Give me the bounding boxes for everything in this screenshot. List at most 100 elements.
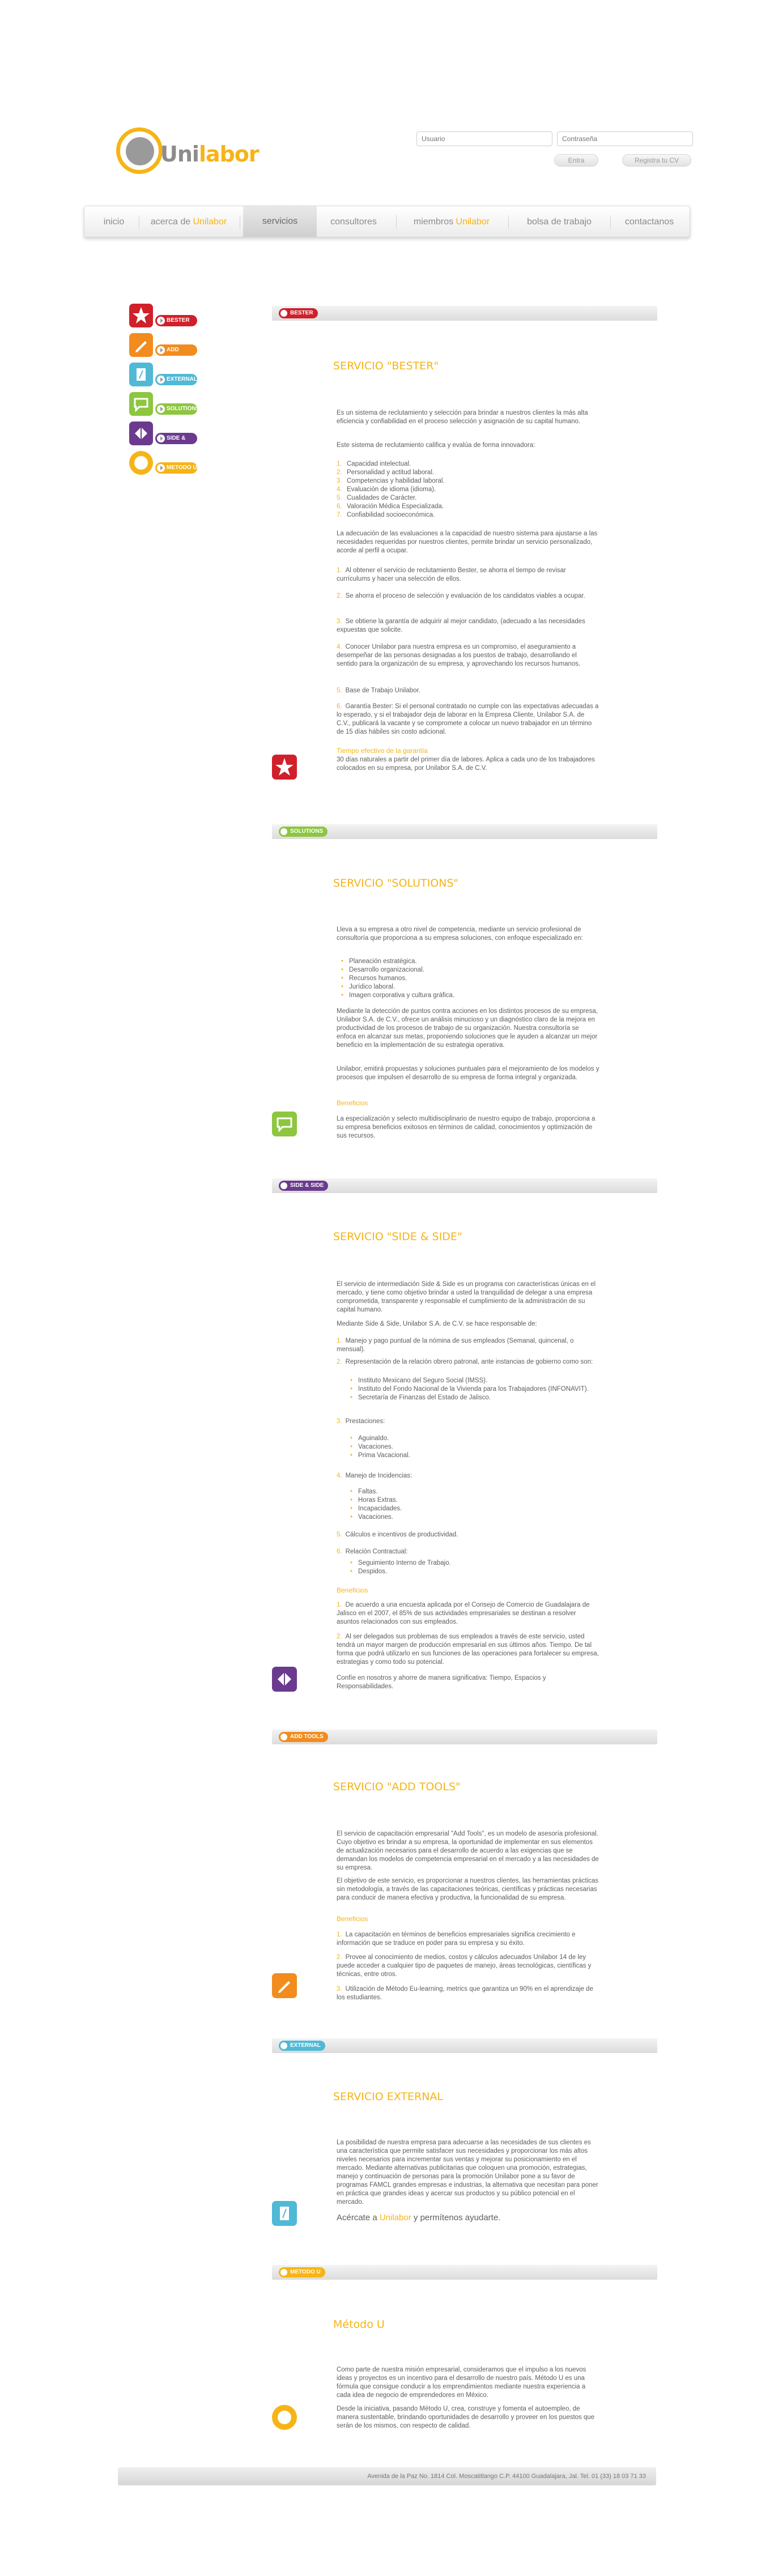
list-item: 5. Cualidades de Carácter.: [337, 495, 417, 501]
list-item: 4. Evaluación de idioma (idioma).: [337, 486, 436, 493]
arrows-icon[interactable]: [129, 421, 153, 445]
username-input[interactable]: [416, 131, 552, 146]
chat-icon[interactable]: [129, 392, 153, 416]
chat-icon: [272, 1112, 297, 1136]
side-closing: Confíe en nosotros y ahorre de manera si…: [337, 1675, 546, 1690]
section-pill-metodou: METODO U: [279, 2267, 325, 2277]
addtools-benefit: 1. La capacitación en términos de benefic…: [337, 1931, 576, 1947]
list-item: Prima Vacacional.: [346, 1451, 595, 1460]
nav-acerca[interactable]: acerca de Unilabor: [143, 213, 234, 231]
side-intro: El servicio de intermediación Side & Sid…: [337, 1281, 596, 1313]
list-item: Jurídico laboral.: [337, 983, 599, 991]
sidebar-item-sideside[interactable]: SIDE & SIDE: [155, 433, 197, 453]
sidebar-item-addtools[interactable]: ADD TOOLS: [155, 344, 197, 364]
solutions-body-1: Mediante la detección de puntos contra a…: [337, 1008, 598, 1049]
side-sublist: Seguimiento Interno de Trabajo. Despidos…: [346, 1559, 595, 1576]
side-item: 2. Representación de la relación obrero p…: [337, 1359, 593, 1365]
addtools-benefit: 3. Utilización de Método Eu-learning, met…: [337, 1986, 593, 2001]
section-title-sideside: SERVICIO "SIDE & SIDE": [333, 1230, 462, 1243]
section-title-bester: SERVICIO "BESTER": [333, 360, 439, 372]
addtools-benefits-head: Beneficios: [337, 1915, 368, 1923]
logo[interactable]: Unilabor: [160, 142, 260, 167]
sidebar-item-external[interactable]: EXTERNAL: [155, 374, 197, 385]
nav-bolsa[interactable]: bolsa de trabajo: [514, 213, 605, 231]
nav-divider: [508, 215, 509, 229]
logo-labor: labor: [198, 142, 260, 167]
nav-divider: [610, 215, 611, 229]
bester-point: 1. Al obtener el servicio de reclutamient…: [337, 567, 566, 582]
list-item: Seguimiento Interno de Trabajo.: [346, 1559, 595, 1568]
star-icon: [272, 755, 297, 780]
logo-uni: Uni: [160, 142, 199, 167]
section-bar-solutions: SOLUTIONS: [272, 824, 657, 839]
nav-inicio[interactable]: inicio: [95, 213, 133, 231]
list-item: 6. Valoración Médica Especializada.: [337, 503, 444, 510]
section-bar-addtools: ADD TOOLS: [272, 1730, 657, 1744]
list-item: Instituto del Fondo Nacional de la Vivie…: [346, 1385, 595, 1394]
bester-body: La adecuación de las evaluaciones a la c…: [337, 530, 598, 554]
nav-divider: [396, 215, 397, 229]
sidebar-item-solutions[interactable]: SOLUTIONS: [155, 403, 199, 415]
section-pill-sideside: SIDE & SIDE: [279, 1181, 329, 1191]
side-item: 1. Manejo y pago puntual de la nómina de …: [337, 1338, 574, 1353]
sidebar-item-metodou[interactable]: METODO U: [155, 462, 197, 474]
list-item: 2. Personalidad y actitud laboral.: [337, 469, 435, 476]
register-cv-button[interactable]: Registra tu CV: [622, 154, 691, 167]
bester-lead: Este sistema de reclutamiento califica y…: [337, 442, 535, 449]
side-benefits-head: Beneficios: [337, 1586, 368, 1594]
nav-contactanos[interactable]: contactanos: [615, 213, 684, 231]
external-intro: La posibilidad de nuestra empresa para a…: [337, 2139, 598, 2205]
bester-point: 2. Se ahorra el proceso de selección y ev…: [337, 593, 585, 599]
star-icon[interactable]: [129, 304, 153, 327]
bester-point: 4. Conocer Unilabor para nuestra empresa …: [337, 644, 581, 667]
nav-label-brand: Unilabor: [193, 217, 227, 227]
section-bar-metodou: METODO U: [272, 2265, 657, 2280]
list-item: 3. Competencias y habilidad laboral.: [337, 478, 445, 484]
bester-intro: Es un sistema de reclutamiento y selecci…: [337, 410, 588, 425]
nav-miembros[interactable]: miembros Unilabor: [402, 213, 501, 231]
section-bar-bester: BESTER: [272, 306, 657, 321]
document-icon: [272, 2201, 297, 2226]
side-benefit: 1. De acuerdo a una encuesta aplicada por…: [337, 1602, 590, 1625]
section-title-external: SERVICIO EXTERNAL: [333, 2090, 443, 2103]
circle-icon: [272, 2405, 297, 2430]
password-input[interactable]: [557, 131, 693, 146]
circle-icon[interactable]: [129, 451, 153, 475]
arrows-icon: [272, 1667, 297, 1692]
pencil-icon[interactable]: [129, 333, 153, 357]
logo-icon: [126, 137, 154, 165]
sidebar-item-bester[interactable]: BESTER: [155, 315, 197, 326]
list-item: Incapacidades.: [346, 1505, 595, 1513]
bester-point: 3. Se obtiene la garantía de adquirir al …: [337, 618, 585, 633]
list-item: Vacaciones.: [346, 1443, 595, 1451]
nav-label: servicios: [262, 216, 298, 226]
list-item: Imagen corporativa y cultura gráfica.: [337, 991, 599, 1000]
nav-label: inicio: [103, 217, 125, 227]
pencil-icon: [272, 1973, 297, 1998]
nav-servicios[interactable]: servicios: [243, 206, 317, 237]
section-bar-external: EXTERNAL: [272, 2038, 657, 2053]
bester-list: 1. Capacidad intelectual. 2. Personalidad …: [337, 460, 599, 520]
enter-button[interactable]: Entra: [554, 154, 598, 167]
solutions-benefits-head: Beneficios: [337, 1099, 368, 1107]
bester-guarantee-text: 30 días naturales a partir del primer dí…: [337, 756, 595, 772]
side-sublist: Instituto Mexicano del Seguro Social (IM…: [346, 1377, 595, 1402]
bester-point: 5. Base de Trabajo Unilabor.: [337, 687, 420, 694]
list-item: Faltas.: [346, 1488, 595, 1496]
side-lead: Mediante Side & Side, Unilabor S.A. de C…: [337, 1321, 537, 1327]
side-item: 5. Cálculos e incentivos de productividad…: [337, 1531, 458, 1538]
list-item: Instituto Mexicano del Seguro Social (IM…: [346, 1377, 595, 1385]
nav-label: contactanos: [624, 217, 674, 227]
footer-address: Avenida de la Paz No. 1814 Col. Moscatit…: [118, 2467, 656, 2485]
list-item: Recursos humanos.: [337, 974, 599, 983]
section-title-solutions: SERVICIO "SOLUTIONS": [333, 877, 459, 889]
external-cta: Acércate a Unilabor y permítenos ayudart…: [337, 2213, 501, 2222]
bester-point: 6. Garantía Bester: Si el personal contra…: [337, 703, 599, 735]
section-pill-external: EXTERNAL: [279, 2041, 325, 2051]
nav-label: miembros: [413, 217, 456, 227]
nav-label-brand: Unilabor: [456, 217, 490, 227]
section-bar-sideside: SIDE & SIDE: [272, 1178, 657, 1193]
side-item: 6. Relación Contractual:: [337, 1548, 408, 1555]
nav-consultores[interactable]: consultores: [317, 213, 390, 231]
document-icon[interactable]: [129, 363, 153, 386]
